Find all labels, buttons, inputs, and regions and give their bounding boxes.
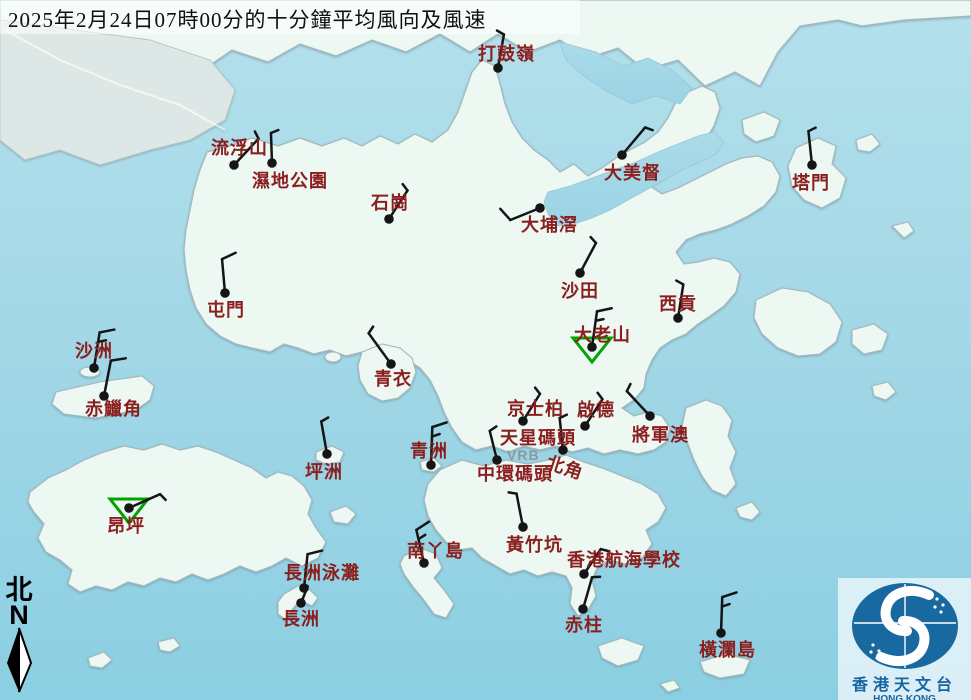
north-arrow-icon	[3, 627, 35, 693]
hko-logo-name-zh: 香港天文台	[838, 677, 971, 694]
station-dot	[296, 598, 306, 608]
station-dot	[807, 160, 817, 170]
hko-logo-name-en: HONG KONG OBSERVATORY	[838, 694, 971, 700]
station-dot	[386, 359, 396, 369]
station-label: 橫瀾島	[699, 639, 756, 660]
wind-barb-tick	[592, 577, 600, 578]
wind-barb-shaft	[721, 597, 722, 633]
station-dot	[493, 63, 503, 73]
station-label: 坪洲	[305, 462, 343, 482]
north-compass: 北 N	[2, 577, 36, 698]
station-label: 昂坪	[107, 516, 145, 536]
station-label: 石崗	[370, 192, 409, 213]
wind-map-screen: 打鼓嶺流浮山濕地公園石崗大埔滘 大美督 塔門屯門 沙田西貢大老山沙洲赤鱲角 青衣京士柏啟…	[0, 0, 971, 700]
station-dot	[673, 313, 683, 323]
station-label: 將軍澳	[632, 424, 689, 445]
station-label: 沙田	[561, 281, 599, 301]
station-label: 青衣	[374, 368, 412, 389]
compass-north-letter: N	[2, 603, 36, 627]
station-dot	[535, 203, 545, 213]
station-label: 黃竹坑	[505, 534, 563, 555]
station-label: 塔門	[792, 172, 830, 193]
station-dot	[578, 604, 588, 614]
station-label: 大老山	[574, 324, 631, 345]
station-label: 沙洲	[75, 341, 113, 361]
station-dot	[229, 160, 239, 170]
station-label: 京士柏	[507, 398, 564, 419]
station-dot	[124, 503, 134, 513]
station-dot	[89, 363, 99, 373]
station-label: 天星碼頭	[500, 428, 576, 448]
station-label: 中環碼頭	[477, 463, 553, 484]
station-label: 西貢	[659, 294, 697, 314]
station-label: 香港航海學校	[566, 549, 681, 570]
station-label: 赤柱	[565, 614, 603, 635]
station-dot	[575, 268, 585, 278]
station-label: 屯門	[207, 299, 245, 320]
station-label: 青洲	[410, 441, 448, 461]
station-label: 南丫島	[407, 540, 464, 561]
map-title: 2025年2月24日07時00分的十分鐘平均風向及風速	[8, 4, 487, 34]
station-dot	[220, 288, 230, 298]
station-dot	[426, 460, 436, 470]
station-label: 赤鱲角	[85, 398, 142, 419]
station-label: 大美督	[604, 162, 661, 183]
station-label: 濕地公園	[252, 170, 328, 191]
station-dot	[322, 449, 332, 459]
land-ma-wan	[325, 352, 341, 362]
vrb-variable-wind-label: VRB	[507, 447, 540, 463]
station-label: 啟德	[577, 399, 615, 420]
station-label: 長洲	[282, 609, 320, 629]
station-label: 長洲泳灘	[284, 562, 360, 583]
station-dot	[617, 150, 627, 160]
station-label: 打鼓嶺	[478, 43, 535, 64]
station-dot	[267, 158, 277, 168]
wind-barb-tick	[509, 492, 517, 493]
hko-emblem-icon	[849, 581, 961, 671]
wind-barb-tick	[596, 319, 604, 321]
station-label: 大埔滘	[521, 214, 578, 235]
station-label: 流浮山	[211, 137, 268, 158]
station-dot	[716, 628, 726, 638]
station-dot	[580, 421, 590, 431]
hong-kong-wind-map: 打鼓嶺流浮山濕地公園石崗大埔滘 大美督 塔門屯門 沙田西貢大老山沙洲赤鱲角 青衣京士柏啟…	[0, 0, 971, 700]
station-dot	[645, 411, 655, 421]
station-dot	[518, 522, 528, 532]
hko-logo: 香港天文台 HONG KONG OBSERVATORY	[838, 578, 971, 700]
station-dot	[384, 214, 394, 224]
station-dot	[579, 569, 589, 579]
